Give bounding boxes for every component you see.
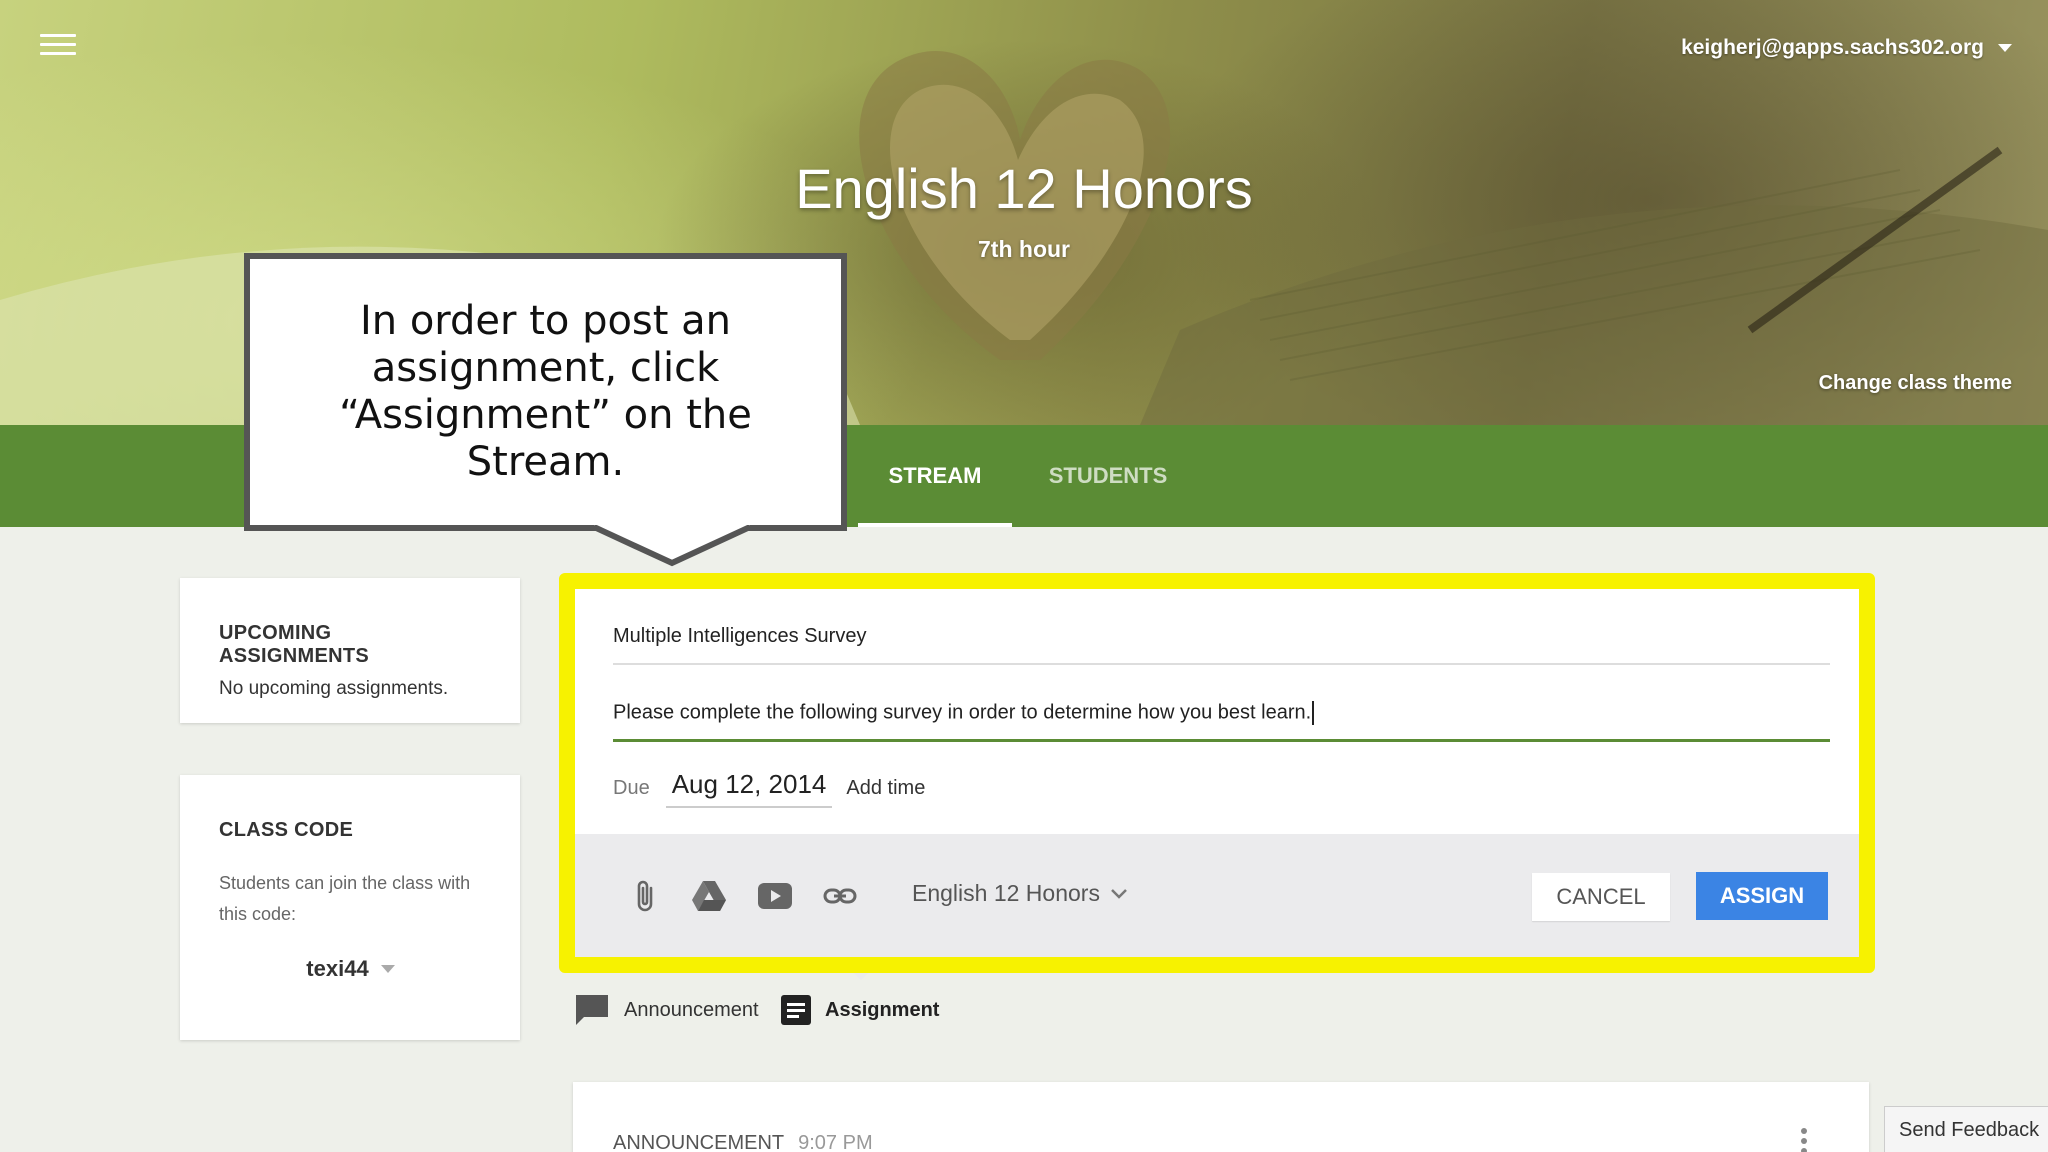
comment-icon	[576, 995, 608, 1025]
hamburger-menu-icon[interactable]	[40, 34, 76, 60]
upcoming-heading: UPCOMING ASSIGNMENTS	[219, 622, 369, 667]
caret-down-icon	[380, 965, 395, 973]
class-code-heading: CLASS CODE	[219, 819, 354, 841]
upcoming-assignments-card: UPCOMING ASSIGNMENTS No upcoming assignm…	[180, 578, 520, 723]
assignment-post-button[interactable]: Assignment	[781, 990, 939, 1030]
stream-post-card: ANNOUNCEMENT 9:07 PM	[573, 1082, 1869, 1152]
class-code-value: texi44	[306, 956, 369, 981]
callout-text: In order to post an assignment, click “A…	[339, 298, 752, 485]
class-code-dropdown[interactable]: texi44	[219, 956, 482, 982]
change-theme-link[interactable]: Change class theme	[1819, 372, 2012, 395]
post-type-label: ANNOUNCEMENT	[613, 1132, 785, 1152]
caret-down-icon	[1998, 44, 2012, 52]
post-time: 9:07 PM	[798, 1132, 873, 1152]
tab-students[interactable]: STUDENTS	[1032, 425, 1184, 527]
more-vert-icon[interactable]	[1801, 1128, 1811, 1152]
yellow-highlight-frame	[559, 573, 1875, 973]
post-header: ANNOUNCEMENT 9:07 PM	[613, 1132, 873, 1152]
tab-stream[interactable]: STREAM	[858, 425, 1012, 527]
assignment-icon	[781, 995, 811, 1025]
announcement-post-button[interactable]: Announcement	[574, 990, 759, 1030]
send-feedback-button[interactable]: Send Feedback	[1884, 1106, 2048, 1152]
class-title: English 12 Honors	[795, 157, 1253, 220]
account-email: keigherj@gapps.sachs302.org	[1681, 36, 1984, 59]
class-code-text: Students can join the class with this co…	[219, 873, 471, 924]
callout-pointer	[594, 525, 750, 567]
assignment-label: Assignment	[825, 998, 940, 1021]
announcement-label: Announcement	[624, 998, 759, 1021]
account-menu[interactable]: keigherj@gapps.sachs302.org	[1681, 36, 2012, 60]
instruction-callout: In order to post an assignment, click “A…	[244, 253, 847, 531]
upcoming-text: No upcoming assignments.	[219, 678, 449, 699]
class-code-card: CLASS CODE Students can join the class w…	[180, 775, 520, 1040]
